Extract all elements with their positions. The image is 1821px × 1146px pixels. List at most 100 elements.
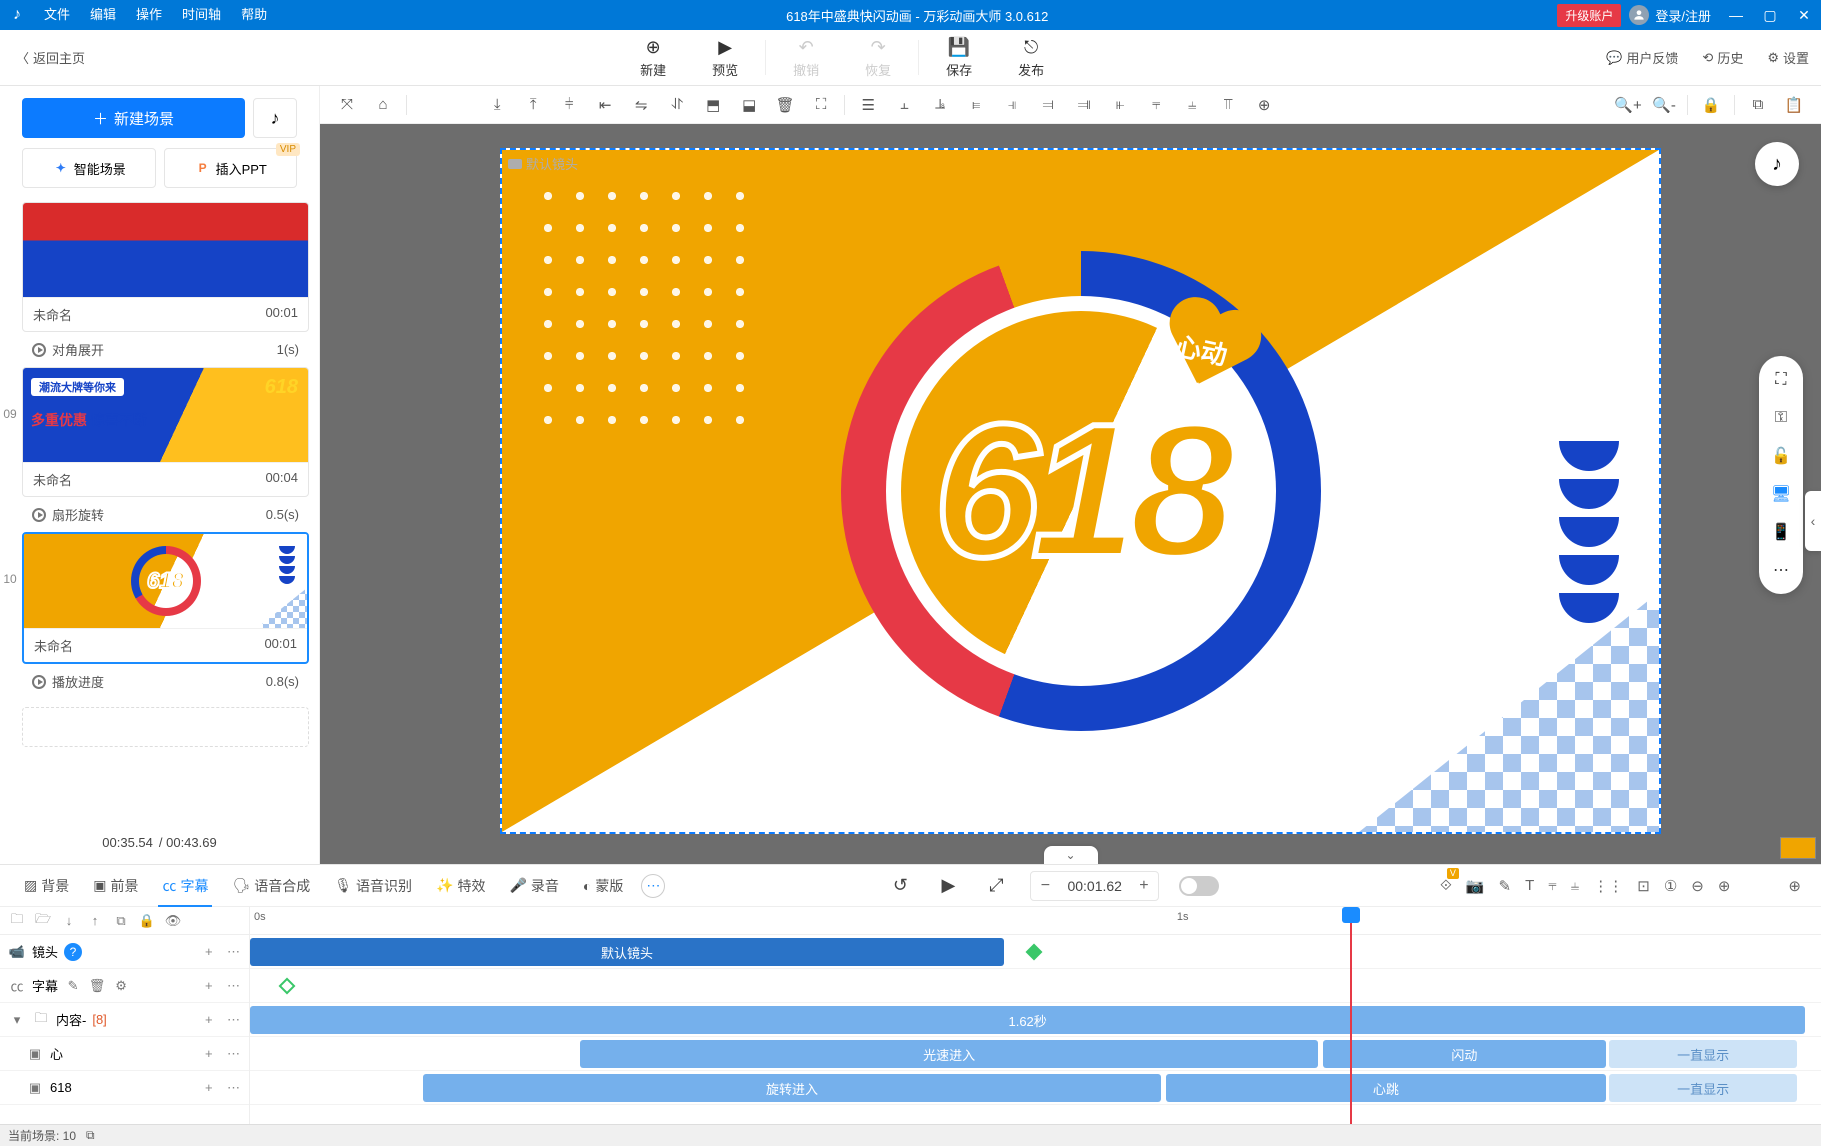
menu-operate[interactable]: 操作 [126, 0, 172, 30]
keyframe-icon[interactable]: ⟐V [1440, 877, 1452, 894]
crop-icon[interactable]: ⛶ [804, 90, 838, 120]
marker-icon[interactable]: ⊡ [1637, 877, 1650, 895]
tab-background[interactable]: ▨背景 [14, 865, 79, 906]
arrange-icon[interactable]: ⤧ [330, 90, 364, 120]
lock-icon[interactable]: 🔒 [136, 910, 158, 932]
scene-item[interactable]: 潮流大牌等你来 618 多重优惠 惊喜不断 未命名00:04 [22, 367, 309, 497]
distribute-v-icon[interactable]: ⫤ [1031, 90, 1065, 120]
avatar-icon[interactable] [1629, 5, 1649, 25]
maximize-button[interactable]: ▢ [1753, 0, 1787, 30]
redo-button[interactable]: ↷恢复 [842, 30, 914, 85]
track-row-content[interactable]: ▾🗀内容-[8] +⋯ [0, 1003, 249, 1037]
canvas-frame[interactable]: 默认镜头 618 心动 [500, 148, 1661, 834]
canvas-collapse-tab[interactable]: ⌄ [1044, 846, 1098, 864]
align-b-icon[interactable]: ⫧ [1139, 90, 1173, 120]
distribute-h-icon[interactable]: ☰ [851, 90, 885, 120]
filter-icon[interactable]: ⫧ [1548, 877, 1556, 894]
align-m-icon[interactable]: ⫦ [1103, 90, 1137, 120]
chevron-down-icon[interactable]: ▾ [8, 1012, 26, 1028]
clip-duration[interactable]: 1.62秒 [250, 1006, 1805, 1034]
track-row-618[interactable]: ▣618 +⋯ [0, 1071, 249, 1105]
feedback-button[interactable]: 💬用户反馈 [1594, 30, 1690, 85]
tab-effects[interactable]: ✨特效 [426, 865, 495, 906]
menu-file[interactable]: 文件 [34, 0, 80, 30]
scene-transition[interactable]: 对角展开1(s) [22, 332, 309, 367]
more-icon[interactable]: ⋯ [1769, 558, 1793, 582]
clip-always-2[interactable]: 一直显示 [1609, 1074, 1798, 1102]
preview-button[interactable]: ▶预览 [689, 30, 761, 85]
align-c-icon[interactable]: ⫡ [923, 90, 957, 120]
split-icon[interactable]: ⋮⋮ [1593, 877, 1623, 895]
timeline-ruler[interactable]: 0s 1s [250, 907, 1821, 935]
track-row-subtitle[interactable]: ㏄字幕✎🗑⚙ +⋯ [0, 969, 249, 1003]
tab-asr[interactable]: 🎙语音识别 [324, 865, 422, 906]
new-button[interactable]: ⊕新建 [617, 30, 689, 85]
track-more-icon[interactable]: ⋯ [227, 944, 241, 960]
scene-transition[interactable]: 播放进度0.8(s) [22, 664, 309, 699]
send-back-icon[interactable]: ⬓ [732, 90, 766, 120]
clip-flash[interactable]: 闪动 [1323, 1040, 1606, 1068]
font-icon[interactable]: T [1525, 877, 1534, 894]
save-button[interactable]: 💾保存 [923, 30, 995, 85]
zoom-out-icon[interactable]: 🔍- [1647, 90, 1681, 120]
unlock-h-icon[interactable]: ⚿ [1769, 406, 1793, 430]
keyframe-diamond[interactable] [1025, 944, 1042, 961]
delete-icon[interactable]: 🗑 [88, 978, 106, 994]
new-folder-icon[interactable]: 🗁 [32, 910, 54, 932]
help-icon[interactable]: ? [64, 943, 82, 961]
track-add-icon[interactable]: + [205, 1012, 219, 1028]
menu-edit[interactable]: 编辑 [80, 0, 126, 30]
time-stepper[interactable]: − 00:01.62 + [1030, 871, 1159, 901]
home-icon[interactable]: ⌂ [366, 90, 400, 120]
align-r-icon[interactable]: ⫢ [959, 90, 993, 120]
clip-always-1[interactable]: 一直显示 [1609, 1040, 1798, 1068]
mobile-view-icon[interactable]: 📱 [1769, 520, 1793, 544]
move-up-icon[interactable]: ↑ [84, 910, 106, 932]
play-button[interactable]: ▶ [934, 872, 962, 900]
fullscreen-icon[interactable]: ⛶ [1769, 368, 1793, 392]
new-scene-button[interactable]: ＋新建场景 [22, 98, 245, 138]
clipboard-icon[interactable]: ⧉ [86, 1128, 95, 1143]
track-more-icon[interactable]: ⋯ [227, 1080, 241, 1096]
add-track-icon[interactable]: ⊕ [1788, 877, 1801, 895]
side-expand-tab[interactable]: ‹ [1805, 491, 1821, 551]
close-button[interactable]: ✕ [1787, 0, 1821, 30]
subtitle-track[interactable] [250, 969, 1821, 1003]
zoom-in-icon[interactable]: 🔍+ [1611, 90, 1645, 120]
move-down-icon[interactable]: ↓ [58, 910, 80, 932]
track-add-icon[interactable]: + [205, 1080, 219, 1096]
bring-front-icon[interactable]: ⬒ [696, 90, 730, 120]
flip-v-icon[interactable]: ⥯ [660, 90, 694, 120]
desktop-view-icon[interactable]: 🖥 [1769, 482, 1793, 506]
tab-mask[interactable]: ◐蒙版 [573, 865, 633, 906]
track-add-icon[interactable]: + [205, 978, 219, 994]
trim-icon[interactable]: ⫨ [1571, 877, 1579, 894]
history-button[interactable]: ⟲历史 [1690, 30, 1755, 85]
mini-preview[interactable] [1780, 837, 1816, 859]
track-row-heart[interactable]: ▣心 +⋯ [0, 1037, 249, 1071]
delete-icon[interactable]: 🗑 [768, 90, 802, 120]
music-button[interactable]: ♪ [253, 98, 297, 138]
duplicate-icon[interactable]: ⧉ [110, 910, 132, 932]
scene-list[interactable]: 未命名00:01 对角展开1(s) 09 潮流大牌等你来 618 多重优惠 惊喜… [0, 202, 319, 825]
scene-item-selected[interactable]: 618 未命名00:01 [22, 532, 309, 664]
time-minus-button[interactable]: − [1031, 877, 1059, 895]
align-bottom-icon[interactable]: ⤓ [480, 90, 514, 120]
visibility-icon[interactable]: 👁 [162, 910, 184, 932]
insert-ppt-button[interactable]: P插入PPTVIP [164, 148, 298, 188]
clip-rotate-enter[interactable]: 旋转进入 [423, 1074, 1161, 1102]
add-folder-icon[interactable]: 🗀 [6, 910, 28, 932]
playhead[interactable] [1350, 907, 1352, 1124]
edit-icon[interactable]: ✎ [1499, 877, 1512, 895]
upgrade-button[interactable]: 升级账户 [1557, 4, 1621, 27]
tabs-more-button[interactable]: ⋯ [641, 874, 665, 898]
menu-timeline[interactable]: 时间轴 [172, 0, 231, 30]
publish-button[interactable]: ⎋发布 [995, 30, 1067, 85]
number-icon[interactable]: ① [1664, 877, 1677, 895]
login-link[interactable]: 登录/注册 [1655, 6, 1711, 25]
ai-scene-button[interactable]: ✦智能场景 [22, 148, 156, 188]
flip-h-icon[interactable]: ⇋ [624, 90, 658, 120]
spread-h-icon[interactable]: ⫨ [1175, 90, 1209, 120]
zoom-in-timeline-icon[interactable]: ⊕ [1718, 877, 1731, 895]
rewind-button[interactable]: ↺ [886, 872, 914, 900]
